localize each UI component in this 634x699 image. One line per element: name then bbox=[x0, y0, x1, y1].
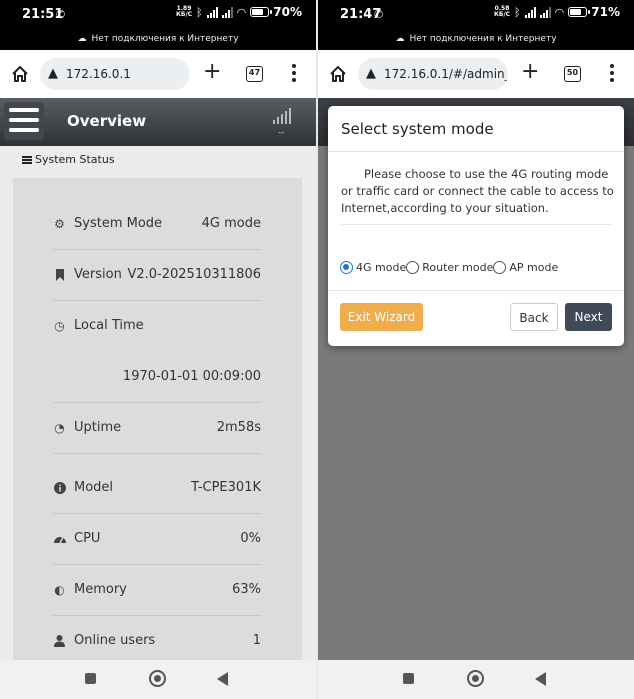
wifi-call-icon: ✆ bbox=[56, 8, 66, 21]
back-nav-button[interactable] bbox=[535, 672, 546, 686]
address-bar[interactable]: ▲172.16.0.1/#/admin_sy bbox=[358, 58, 508, 90]
radio-ap-mode[interactable] bbox=[493, 261, 507, 274]
divider bbox=[328, 151, 624, 152]
cloud-off-icon: ☁ bbox=[77, 34, 87, 44]
home-button[interactable] bbox=[467, 670, 484, 687]
browser-toolbar: ▲172.16.0.1/#/admin_sy + 50 bbox=[318, 50, 634, 98]
list-icon bbox=[22, 155, 32, 165]
status-row-local-time: ◷ Local Time bbox=[54, 318, 144, 333]
next-button[interactable]: Next bbox=[565, 303, 612, 331]
status-row-local-time-value: 1970-01-01 00:09:00 bbox=[53, 352, 261, 403]
cell-signal-2-icon bbox=[539, 6, 551, 18]
divider bbox=[341, 224, 613, 225]
new-tab-icon[interactable]: + bbox=[521, 61, 539, 83]
wifi-icon: ◠ bbox=[236, 5, 247, 19]
recents-button[interactable] bbox=[403, 673, 414, 684]
status-bar: 21:51 ✆ 1.89 КБ/С ᛒ ◠ 70% ☁ Нет подключен… bbox=[0, 0, 316, 50]
page-title: Overview bbox=[67, 112, 147, 130]
battery-icon bbox=[568, 7, 591, 17]
info-icon bbox=[53, 482, 66, 495]
back-button[interactable]: Back bbox=[510, 303, 558, 331]
status-row-uptime: ◔ Uptime 2m58s bbox=[53, 403, 261, 454]
radio-label-router: Router mode bbox=[422, 261, 494, 274]
gear-icon: ⚙ bbox=[54, 217, 65, 231]
dialog-description: Please choose to use the 4G routing mode… bbox=[341, 167, 614, 215]
browser-toolbar: ▲ 172.16.0.1 + 47 bbox=[0, 50, 316, 98]
dialog-title: Select system mode bbox=[341, 120, 494, 138]
home-button[interactable] bbox=[149, 670, 166, 687]
bluetooth-icon: ᛒ bbox=[514, 5, 521, 19]
stopwatch-icon: ◔ bbox=[54, 421, 65, 435]
network-speed: 1.89 КБ/С bbox=[175, 5, 193, 18]
system-nav-bar bbox=[318, 660, 634, 699]
main-content: System Status ⚙ System Mode 4G mode Vers… bbox=[0, 146, 316, 668]
status-row-version: Version V2.0-202510311806 bbox=[53, 250, 261, 301]
right-screenshot: 21:47 ✆ 0.58 КБ/С ᛒ ◠ 71% ☁ Нет подключен… bbox=[318, 0, 634, 699]
radio-label-ap: AP mode bbox=[509, 261, 559, 274]
divider bbox=[328, 290, 624, 291]
radio-label-4g: 4G mode bbox=[356, 261, 407, 274]
battery-icon bbox=[250, 7, 273, 17]
cloud-off-icon: ☁ bbox=[395, 34, 405, 44]
wifi-icon: ◠ bbox=[554, 5, 565, 19]
no-internet-notice: ☁ Нет подключения к Интернету bbox=[395, 34, 557, 44]
wifi-call-icon: ✆ bbox=[374, 8, 384, 21]
warning-icon: ▲ bbox=[366, 66, 376, 81]
no-internet-notice: ☁ Нет подключения к Интернету bbox=[77, 34, 239, 44]
back-nav-button[interactable] bbox=[217, 672, 228, 686]
new-tab-icon[interactable]: + bbox=[203, 61, 221, 83]
status-row-system-mode: ⚙ System Mode 4G mode bbox=[53, 199, 261, 250]
system-nav-bar bbox=[0, 660, 316, 699]
section-title: System Status bbox=[22, 153, 115, 166]
home-icon[interactable] bbox=[10, 64, 30, 84]
cell-signal-icon bbox=[524, 6, 536, 18]
radio-4g-mode[interactable] bbox=[340, 261, 353, 274]
gauge-icon bbox=[53, 533, 66, 546]
mode-radio-group: 4G mode Router mode AP mode bbox=[340, 261, 558, 274]
overflow-menu-icon[interactable] bbox=[292, 64, 296, 85]
status-panel: ⚙ System Mode 4G mode Version V2.0-20251… bbox=[13, 178, 302, 668]
tab-switcher-button[interactable]: 47 bbox=[246, 66, 263, 82]
left-screenshot: 21:51 ✆ 1.89 КБ/С ᛒ ◠ 70% ☁ Нет подключен… bbox=[0, 0, 316, 699]
hamburger-menu-icon[interactable] bbox=[4, 102, 44, 140]
radio-router-mode[interactable] bbox=[406, 261, 420, 274]
address-bar[interactable]: ▲ 172.16.0.1 bbox=[40, 58, 190, 90]
status-bar: 21:47 ✆ 0.58 КБ/С ᛒ ◠ 71% ☁ Нет подключен… bbox=[318, 0, 634, 50]
bluetooth-icon: ᛒ bbox=[196, 5, 203, 19]
network-speed: 0.58 КБ/С bbox=[493, 5, 511, 18]
battery-percent: 70% bbox=[273, 5, 302, 19]
home-icon[interactable] bbox=[328, 64, 348, 84]
user-icon bbox=[53, 635, 66, 648]
bookmark-icon bbox=[53, 269, 66, 282]
cell-signal-2-icon bbox=[221, 6, 233, 18]
warning-icon: ▲ bbox=[48, 66, 58, 81]
status-row-memory: ◐ Memory 63% bbox=[53, 565, 261, 616]
status-row-cpu: CPU 0% bbox=[53, 514, 261, 565]
contrast-icon: ◐ bbox=[54, 583, 65, 597]
status-row-model: Model T-CPE301K bbox=[53, 463, 261, 514]
signal-strength-icon bbox=[273, 108, 291, 124]
exit-wizard-button[interactable]: Exit Wizard bbox=[340, 303, 423, 331]
modal-overlay: Select system mode Please choose to use … bbox=[318, 98, 634, 660]
recents-button[interactable] bbox=[85, 673, 96, 684]
cell-signal-icon bbox=[206, 6, 218, 18]
signal-text: -- bbox=[278, 128, 285, 138]
battery-percent: 71% bbox=[591, 5, 620, 19]
clock-icon: ◷ bbox=[54, 319, 65, 333]
select-mode-dialog: Select system mode Please choose to use … bbox=[328, 106, 624, 346]
overflow-menu-icon[interactable] bbox=[610, 64, 614, 85]
tab-switcher-button[interactable]: 50 bbox=[564, 66, 581, 82]
app-header: Overview bbox=[0, 98, 316, 146]
